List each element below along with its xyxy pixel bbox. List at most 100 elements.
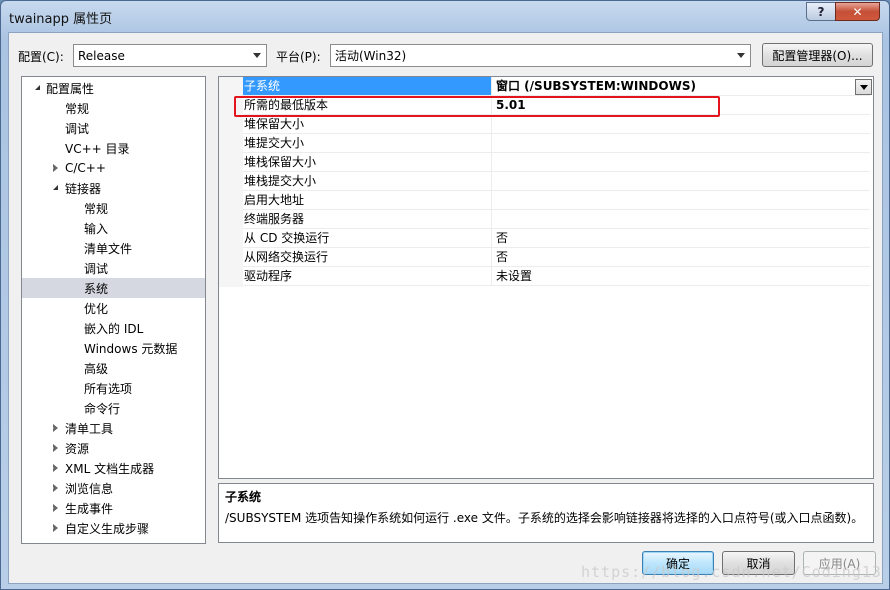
config-select[interactable]: Release xyxy=(73,44,267,67)
tree-item-label: 调试 xyxy=(65,121,90,136)
property-row[interactable]: 堆栈提交大小 xyxy=(219,172,873,191)
tree-item-label: 所有选项 xyxy=(84,381,133,396)
tree-item-label: VC++ 目录 xyxy=(65,141,130,156)
tree-item-label: C/C++ xyxy=(65,161,106,175)
property-row[interactable]: 驱动程序 未设置 xyxy=(219,267,873,286)
property-name: 从网络交换运行 xyxy=(243,248,492,267)
tree-item-label: 资源 xyxy=(65,441,90,456)
property-value[interactable] xyxy=(492,153,870,172)
tree-item[interactable]: 清单工具 xyxy=(22,418,205,438)
tree-item-label: 生成事件 xyxy=(65,501,114,516)
tree-item[interactable]: 浏览信息 xyxy=(22,478,205,498)
tree-item[interactable]: 调试 xyxy=(22,258,205,278)
property-value[interactable] xyxy=(492,115,870,134)
property-value[interactable]: 未设置 xyxy=(492,267,870,286)
expand-arrow-icon[interactable] xyxy=(50,523,60,533)
property-grid[interactable]: 子系统 窗口 (/SUBSYSTEM:WINDOWS) 所需的最低版本 5.01 堆保留… xyxy=(218,76,874,479)
property-value[interactable] xyxy=(492,172,870,191)
expand-arrow-icon[interactable] xyxy=(50,483,60,493)
tree-item-label: 浏览信息 xyxy=(65,481,114,496)
property-name: 从 CD 交换运行 xyxy=(243,229,492,248)
tree-item-label: 清单工具 xyxy=(65,421,114,436)
property-name: 启用大地址 xyxy=(243,191,492,210)
property-name: 堆栈提交大小 xyxy=(243,172,492,191)
property-value[interactable] xyxy=(492,210,870,229)
close-button[interactable]: ✕ xyxy=(835,2,880,21)
collapse-arrow-icon[interactable] xyxy=(50,183,60,193)
property-name: 终端服务器 xyxy=(243,210,492,229)
tree-item[interactable]: 优化 xyxy=(22,298,205,318)
description-title: 子系统 xyxy=(225,490,262,504)
property-tree[interactable]: 配置属性 常规 调试 VC++ 目录 C/C++ 链接器 常规 输入 清单文件 调试 系统 优化 嵌入的… xyxy=(21,76,206,544)
platform-select[interactable]: 活动(Win32) xyxy=(330,44,751,67)
property-value[interactable] xyxy=(492,134,870,153)
tree-item[interactable]: 资源 xyxy=(22,438,205,458)
tree-item[interactable]: 嵌入的 IDL xyxy=(22,318,205,338)
tree-item[interactable]: 所有选项 xyxy=(22,378,205,398)
title-bar[interactable]: twainapp 属性页 ? ✕ xyxy=(1,1,889,31)
tree-item[interactable]: 系统 xyxy=(22,278,205,298)
value-dropdown-button[interactable] xyxy=(855,79,872,95)
chevron-down-icon xyxy=(253,53,261,58)
description-panel: 子系统 /SUBSYSTEM 选项告知操作系统如何运行 .exe 文件。子系统的… xyxy=(218,483,874,543)
watermark: https://blog.csdn.net/Coding13 xyxy=(581,563,882,581)
property-name: 堆提交大小 xyxy=(243,134,492,153)
tree-item[interactable]: XML 文档生成器 xyxy=(22,458,205,478)
tree-item-label: 清单文件 xyxy=(84,241,133,256)
property-row[interactable]: 从网络交换运行否 xyxy=(219,248,873,267)
expand-arrow-icon[interactable] xyxy=(50,443,60,453)
tree-item-label: 系统 xyxy=(84,281,109,296)
tree-item[interactable]: 生成事件 xyxy=(22,498,205,518)
property-row[interactable]: 启用大地址 xyxy=(219,191,873,210)
tree-item-label: Windows 元数据 xyxy=(84,341,178,356)
tree-item[interactable]: C/C++ xyxy=(22,158,205,178)
property-value[interactable]: 否 xyxy=(492,248,870,267)
property-row[interactable]: 终端服务器 xyxy=(219,210,873,229)
tree-item[interactable]: Windows 元数据 xyxy=(22,338,205,358)
tree-item-label: XML 文档生成器 xyxy=(65,461,155,476)
tree-item[interactable]: 调试 xyxy=(22,118,205,138)
tree-item-label: 命令行 xyxy=(84,401,121,416)
tree-item[interactable]: 常规 xyxy=(22,198,205,218)
platform-label: 平台(P): xyxy=(276,50,321,64)
help-button[interactable]: ? xyxy=(806,2,836,21)
tree-item-label: 输入 xyxy=(84,221,109,236)
property-row[interactable]: 堆保留大小 xyxy=(219,115,873,134)
tree-item[interactable]: 高级 xyxy=(22,358,205,378)
tree-item[interactable]: 命令行 xyxy=(22,398,205,418)
property-value[interactable]: 窗口 (/SUBSYSTEM:WINDOWS) xyxy=(492,77,870,96)
expand-arrow-icon[interactable] xyxy=(50,423,60,433)
tree-item[interactable]: 自定义生成步骤 xyxy=(22,518,205,538)
tree-item-label: 常规 xyxy=(84,201,109,216)
config-manager-button[interactable]: 配置管理器(O)... xyxy=(762,43,873,67)
red-highlight-box xyxy=(234,96,720,117)
tree-item[interactable]: 链接器 xyxy=(22,178,205,198)
tree-item-label: 嵌入的 IDL xyxy=(84,321,144,336)
tree-item[interactable]: VC++ 目录 xyxy=(22,138,205,158)
property-row[interactable]: 堆提交大小 xyxy=(219,134,873,153)
tree-item-label: 自定义生成步骤 xyxy=(65,521,150,536)
tree-item[interactable]: 清单文件 xyxy=(22,238,205,258)
property-row[interactable]: 堆栈保留大小 xyxy=(219,153,873,172)
expand-arrow-icon[interactable] xyxy=(50,163,60,173)
property-row[interactable]: 从 CD 交换运行否 xyxy=(219,229,873,248)
property-row[interactable]: 子系统 窗口 (/SUBSYSTEM:WINDOWS) xyxy=(219,77,873,96)
property-value[interactable]: 否 xyxy=(492,229,870,248)
property-name: 堆保留大小 xyxy=(243,115,492,134)
collapse-arrow-icon[interactable] xyxy=(32,83,42,93)
description-text: /SUBSYSTEM 选项告知操作系统如何运行 .exe 文件。子系统的选择会影… xyxy=(225,511,864,525)
tree-item-label: 高级 xyxy=(84,361,109,376)
config-label: 配置(C): xyxy=(18,50,64,64)
expand-arrow-icon[interactable] xyxy=(50,463,60,473)
expand-arrow-icon[interactable] xyxy=(50,503,60,513)
property-value[interactable] xyxy=(492,191,870,210)
tree-item[interactable]: 配置属性 xyxy=(22,78,205,98)
tree-item-label: 链接器 xyxy=(65,181,102,196)
platform-select-value: 活动(Win32) xyxy=(335,49,407,63)
tree-item[interactable]: 常规 xyxy=(22,98,205,118)
tree-item-label: 优化 xyxy=(84,301,109,316)
properties-dialog: twainapp 属性页 ? ✕ 配置(C): Release 平台(P): 活… xyxy=(0,0,890,590)
tree-item[interactable]: 输入 xyxy=(22,218,205,238)
window-title: twainapp 属性页 xyxy=(9,12,113,27)
property-name: 子系统 xyxy=(243,77,492,96)
